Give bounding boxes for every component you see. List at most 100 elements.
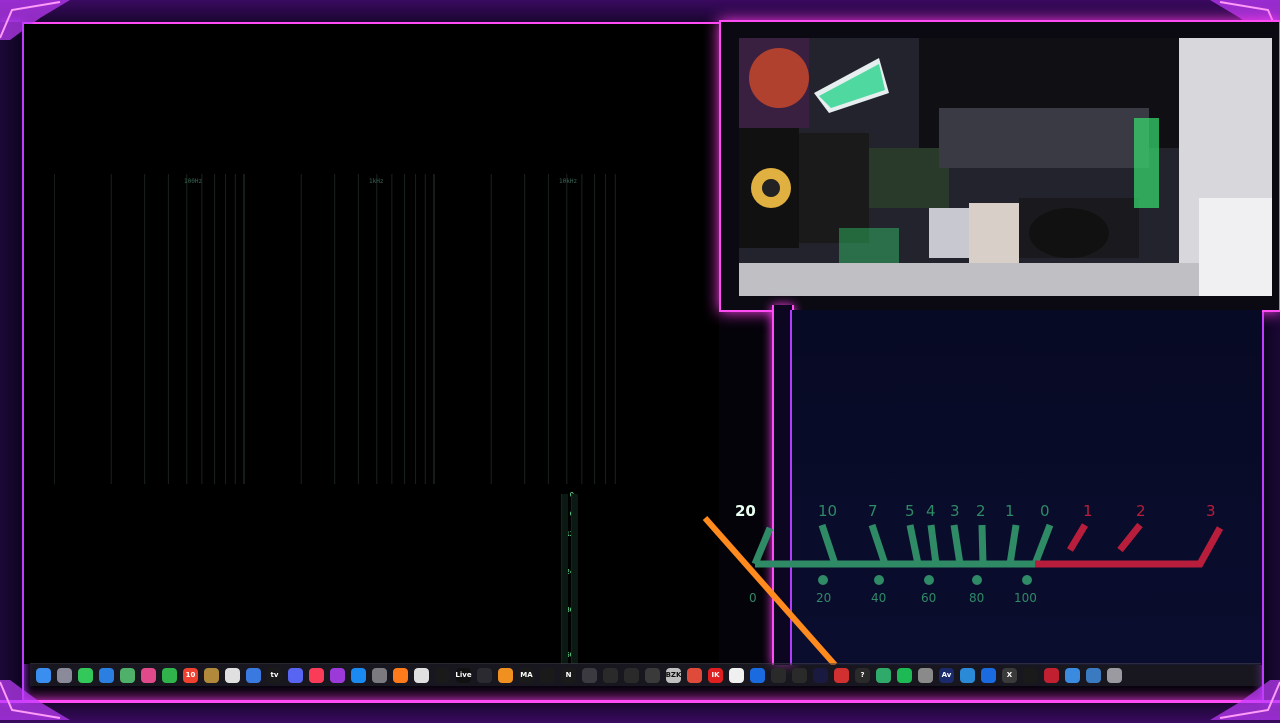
level-meter-left	[561, 494, 568, 664]
freq-label-10khz: 10kHz	[559, 178, 578, 185]
music-icon[interactable]	[309, 667, 324, 683]
facetime-icon[interactable]	[162, 667, 177, 683]
level-meter-scale: 0 6 12 24 36 50	[544, 489, 594, 664]
vu-scale-label: 10	[818, 502, 837, 520]
melodyne-icon[interactable]	[834, 667, 849, 683]
spatial-icon[interactable]	[771, 667, 786, 683]
spotify-icon[interactable]	[897, 667, 912, 683]
reminders-icon[interactable]	[225, 667, 240, 683]
vu-scale-label: 1	[1005, 502, 1015, 520]
arturia-icon[interactable]	[792, 667, 807, 683]
db-tick: 0	[544, 491, 574, 499]
help-icon[interactable]: ?	[855, 667, 870, 683]
window-icon[interactable]	[918, 667, 933, 683]
macos-dock: 10 tv Live MA N BZK IK? Av X	[30, 663, 1261, 686]
capcut-icon[interactable]	[540, 667, 555, 683]
vu-percent-label: 80	[969, 591, 984, 605]
vu-green-scale	[751, 523, 1054, 568]
vu-dot	[972, 575, 982, 585]
vu-scale-label: 7	[868, 502, 878, 520]
vu-scale-label: 3	[950, 502, 960, 520]
ik-icon[interactable]: IK	[708, 667, 723, 683]
freeform-icon[interactable]	[246, 667, 261, 683]
izotope-icon[interactable]	[645, 667, 660, 683]
edge-icon[interactable]	[960, 667, 975, 683]
db-tick: 50	[565, 651, 574, 659]
vu-scale-label: 4	[926, 502, 936, 520]
waves-icon[interactable]	[750, 667, 765, 683]
xcode-icon[interactable]	[981, 667, 996, 683]
db-tick: 36	[565, 606, 574, 614]
trash-icon[interactable]	[1107, 667, 1122, 683]
downloads-icon[interactable]	[1086, 667, 1101, 683]
vu-scale-label: 3	[1206, 502, 1216, 520]
notes-icon[interactable]	[204, 667, 219, 683]
calendar-icon[interactable]: 10	[183, 667, 198, 683]
vu-scale-label: 2	[1136, 502, 1146, 520]
db-tick: 12	[565, 530, 574, 538]
headphones-icon[interactable]	[603, 667, 618, 683]
studio-camera-image	[739, 38, 1272, 296]
frame-corner-bottom-right	[1210, 680, 1280, 720]
preview-icon[interactable]	[1065, 667, 1080, 683]
vu-scale-label: 2	[976, 502, 986, 520]
db-tick: 24	[565, 568, 574, 576]
notion-icon[interactable]	[729, 667, 744, 683]
fl-studio-icon[interactable]	[498, 667, 513, 683]
green-app-icon[interactable]	[876, 667, 891, 683]
native-instruments-icon[interactable]: N	[561, 667, 576, 683]
vu-scale-label: 1	[1083, 502, 1093, 520]
firefox-icon[interactable]	[393, 667, 408, 683]
red-app-icon[interactable]	[1044, 667, 1059, 683]
vu-percent-label: 40	[871, 591, 886, 605]
ozone-icon[interactable]	[624, 667, 639, 683]
vu-percent-label: 0	[749, 591, 757, 605]
settings-icon[interactable]	[372, 667, 387, 683]
ma-icon[interactable]: MA	[519, 667, 534, 683]
x-app-icon[interactable]: X	[1002, 667, 1017, 683]
synth-icon[interactable]	[582, 667, 597, 683]
vu-scale-label: 5	[905, 502, 915, 520]
vu-scale-label: 20	[735, 502, 756, 520]
messages-icon[interactable]	[78, 667, 93, 683]
launchpad-icon[interactable]	[57, 667, 72, 683]
waveform-icon[interactable]	[687, 667, 702, 683]
spectrum-grid: 100Hz 1kHz 10kHz	[53, 174, 634, 484]
av-icon[interactable]: Av	[939, 667, 954, 683]
obs-icon[interactable]	[477, 667, 492, 683]
maps-icon[interactable]	[120, 667, 135, 683]
finder-icon[interactable]	[36, 667, 51, 683]
frame-corner-bottom-left	[0, 680, 70, 720]
studio-scene	[739, 38, 1272, 296]
vu-scale-label: 0	[1040, 502, 1050, 520]
webcam-feed	[719, 20, 1280, 312]
ma2-icon[interactable]	[813, 667, 828, 683]
vu-dot	[1022, 575, 1032, 585]
bz-icon[interactable]: BZK	[666, 667, 681, 683]
vu-percent-label: 60	[921, 591, 936, 605]
mail-icon[interactable]	[99, 667, 114, 683]
vu-red-scale	[1035, 522, 1224, 568]
level-meter-right	[571, 494, 578, 664]
spectrum-gridlines	[53, 174, 616, 484]
vu-percent-label: 20	[816, 591, 831, 605]
spectrum-analyzer-panel: 100Hz 1kHz 10kHz 0 6 12 24 36 50	[24, 24, 719, 664]
tv-icon[interactable]: tv	[267, 667, 282, 683]
podcasts-icon[interactable]	[330, 667, 345, 683]
activity-monitor-icon[interactable]	[435, 667, 450, 683]
live-icon[interactable]: Live	[455, 667, 472, 683]
freq-label-1khz: 1kHz	[369, 178, 384, 185]
chrome-icon[interactable]	[414, 667, 429, 683]
vu-dot	[924, 575, 934, 585]
terminal-icon[interactable]	[1023, 667, 1038, 683]
freq-label-100hz: 100Hz	[184, 178, 203, 185]
vu-dot	[818, 575, 828, 585]
discord-icon[interactable]	[288, 667, 303, 683]
db-tick: 6	[544, 510, 574, 518]
photos-icon[interactable]	[141, 667, 156, 683]
vu-percent-label: 100	[1014, 591, 1037, 605]
vu-dot	[874, 575, 884, 585]
app-store-icon[interactable]	[351, 667, 366, 683]
vu-meter: 20 10 7 5 4 3 2 1 0 1 2 3 0 20 40 60 80 …	[702, 502, 1224, 665]
neon-frame-left	[0, 22, 24, 700]
